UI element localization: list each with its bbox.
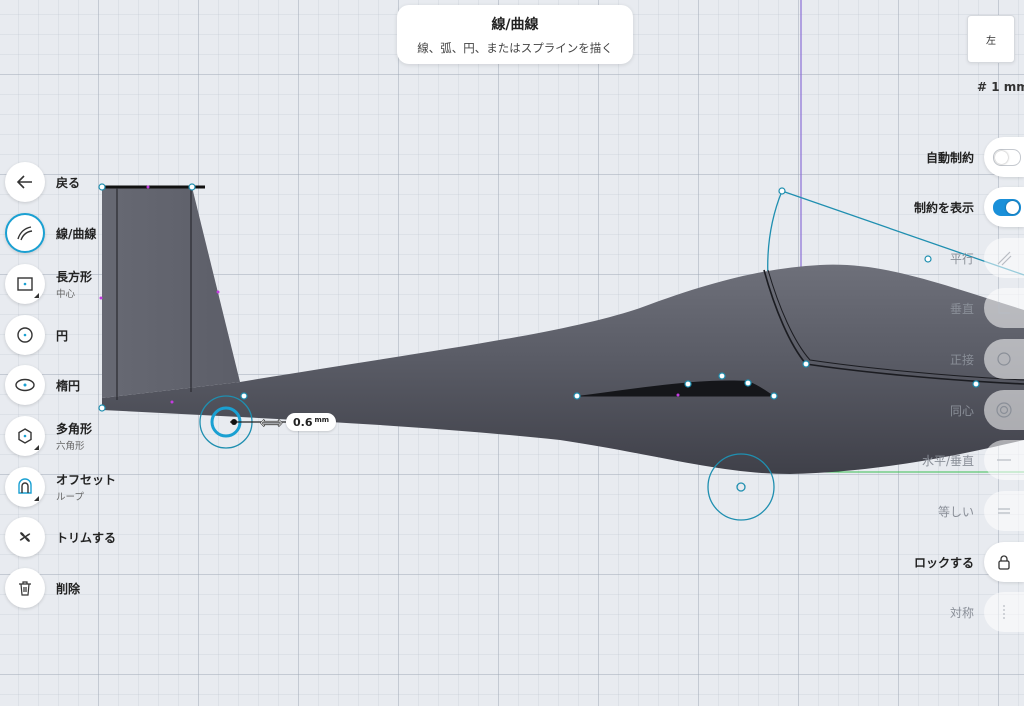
- rectangle-tool[interactable]: 長方形 中心: [5, 264, 92, 304]
- ellipse-icon[interactable]: [5, 365, 45, 405]
- auto-constraint-row[interactable]: 自動制約: [926, 137, 1024, 177]
- offset-sublabel: ループ: [56, 492, 84, 503]
- back-button[interactable]: 戻る: [5, 162, 80, 202]
- back-label: 戻る: [56, 175, 81, 190]
- tangent-icon[interactable]: [984, 339, 1024, 379]
- show-constraints-row[interactable]: 制約を表示: [914, 187, 1024, 227]
- trash-icon[interactable]: [5, 568, 45, 608]
- offset-tool[interactable]: オフセット ループ: [5, 467, 116, 507]
- line-curve-icon[interactable]: [5, 213, 45, 253]
- offset-icon[interactable]: [5, 467, 45, 507]
- symmetric-label: 対称: [949, 605, 974, 620]
- tool-title: 線/曲線: [491, 17, 539, 33]
- dimension-unit: mm: [314, 415, 330, 424]
- auto-constraint-label: 自動制約: [925, 150, 974, 165]
- tool-title-card: 線/曲線 線、弧、円、またはスプラインを描く: [397, 5, 633, 64]
- parallel-constraint-row[interactable]: 平行: [950, 238, 1024, 278]
- show-constraints-toggle[interactable]: [993, 198, 1021, 216]
- dimension-point: [231, 419, 237, 425]
- hexagon-icon[interactable]: [5, 416, 45, 456]
- view-cube[interactable]: 左: [967, 15, 1015, 63]
- dimension-value: 0.6: [293, 415, 313, 429]
- polygon-label: 多角形: [56, 422, 93, 436]
- view-cube-label: 左: [986, 35, 996, 47]
- lock-constraint-row[interactable]: ロックする: [914, 542, 1024, 582]
- tangent-label: 正接: [949, 352, 974, 367]
- rectangle-sublabel: 中心: [56, 289, 76, 300]
- polygon-tool[interactable]: 多角形 六角形: [5, 416, 92, 456]
- concentric-icon[interactable]: [984, 390, 1024, 430]
- dimension-value-label[interactable]: 0.6 mm: [286, 413, 337, 431]
- ellipse-tool[interactable]: 楕円: [5, 365, 80, 405]
- trim-label: トリムする: [56, 530, 117, 545]
- line-curve-label: 線/曲線: [56, 226, 97, 241]
- equal-label: 等しい: [937, 504, 974, 519]
- equal-constraint-row[interactable]: 等しい: [938, 491, 1024, 531]
- delete-tool[interactable]: 削除: [5, 568, 80, 608]
- tool-description: 線、弧、円、またはスプラインを描く: [417, 41, 613, 55]
- circle-tool[interactable]: 円: [5, 315, 68, 355]
- circle-icon[interactable]: [5, 315, 45, 355]
- concentric-constraint-row[interactable]: 同心: [950, 390, 1024, 430]
- horizontal-vertical-constraint-row[interactable]: 水平/垂直: [922, 440, 1024, 480]
- horizontal-icon[interactable]: [984, 440, 1024, 480]
- lock-label: ロックする: [913, 555, 974, 570]
- concentric-label: 同心: [949, 403, 974, 418]
- polygon-sublabel: 六角形: [56, 441, 85, 452]
- horizontal-vertical-label: 水平/垂直: [921, 453, 974, 468]
- perpendicular-label: 垂直: [949, 301, 974, 316]
- dimension-arrow-glyph: ⟺: [260, 413, 283, 432]
- main-wheel-inner: [736, 482, 746, 492]
- parallel-label: 平行: [949, 251, 974, 266]
- tangent-constraint-row[interactable]: 正接: [950, 339, 1024, 379]
- perpendicular-icon[interactable]: [984, 288, 1024, 328]
- delete-label: 削除: [56, 581, 81, 596]
- symmetric-constraint-row[interactable]: 対称: [950, 592, 1024, 632]
- offset-label: オフセット: [56, 473, 117, 487]
- auto-constraint-toggle[interactable]: [993, 148, 1021, 166]
- grid-size-label: # 1 mm: [977, 80, 1024, 94]
- lock-icon[interactable]: [984, 542, 1024, 582]
- perpendicular-constraint-row[interactable]: 垂直: [950, 288, 1024, 328]
- rectangle-label: 長方形: [56, 270, 93, 284]
- auto-constraint-toggle-button[interactable]: [984, 137, 1024, 177]
- rectangle-icon[interactable]: [5, 264, 45, 304]
- parallel-icon[interactable]: [984, 238, 1024, 278]
- equal-icon[interactable]: [984, 491, 1024, 531]
- trim-icon[interactable]: [5, 517, 45, 557]
- symmetric-icon[interactable]: [984, 592, 1024, 632]
- ellipse-label: 楕円: [56, 378, 81, 393]
- circle-label: 円: [56, 328, 69, 343]
- trim-tool[interactable]: トリムする: [5, 517, 116, 557]
- show-constraints-toggle-button[interactable]: [984, 187, 1024, 227]
- back-icon[interactable]: [5, 162, 45, 202]
- show-constraints-label: 制約を表示: [913, 200, 974, 215]
- sketch-canvas[interactable]: ⟺: [0, 0, 1024, 706]
- line-curve-tool[interactable]: 線/曲線: [5, 213, 96, 253]
